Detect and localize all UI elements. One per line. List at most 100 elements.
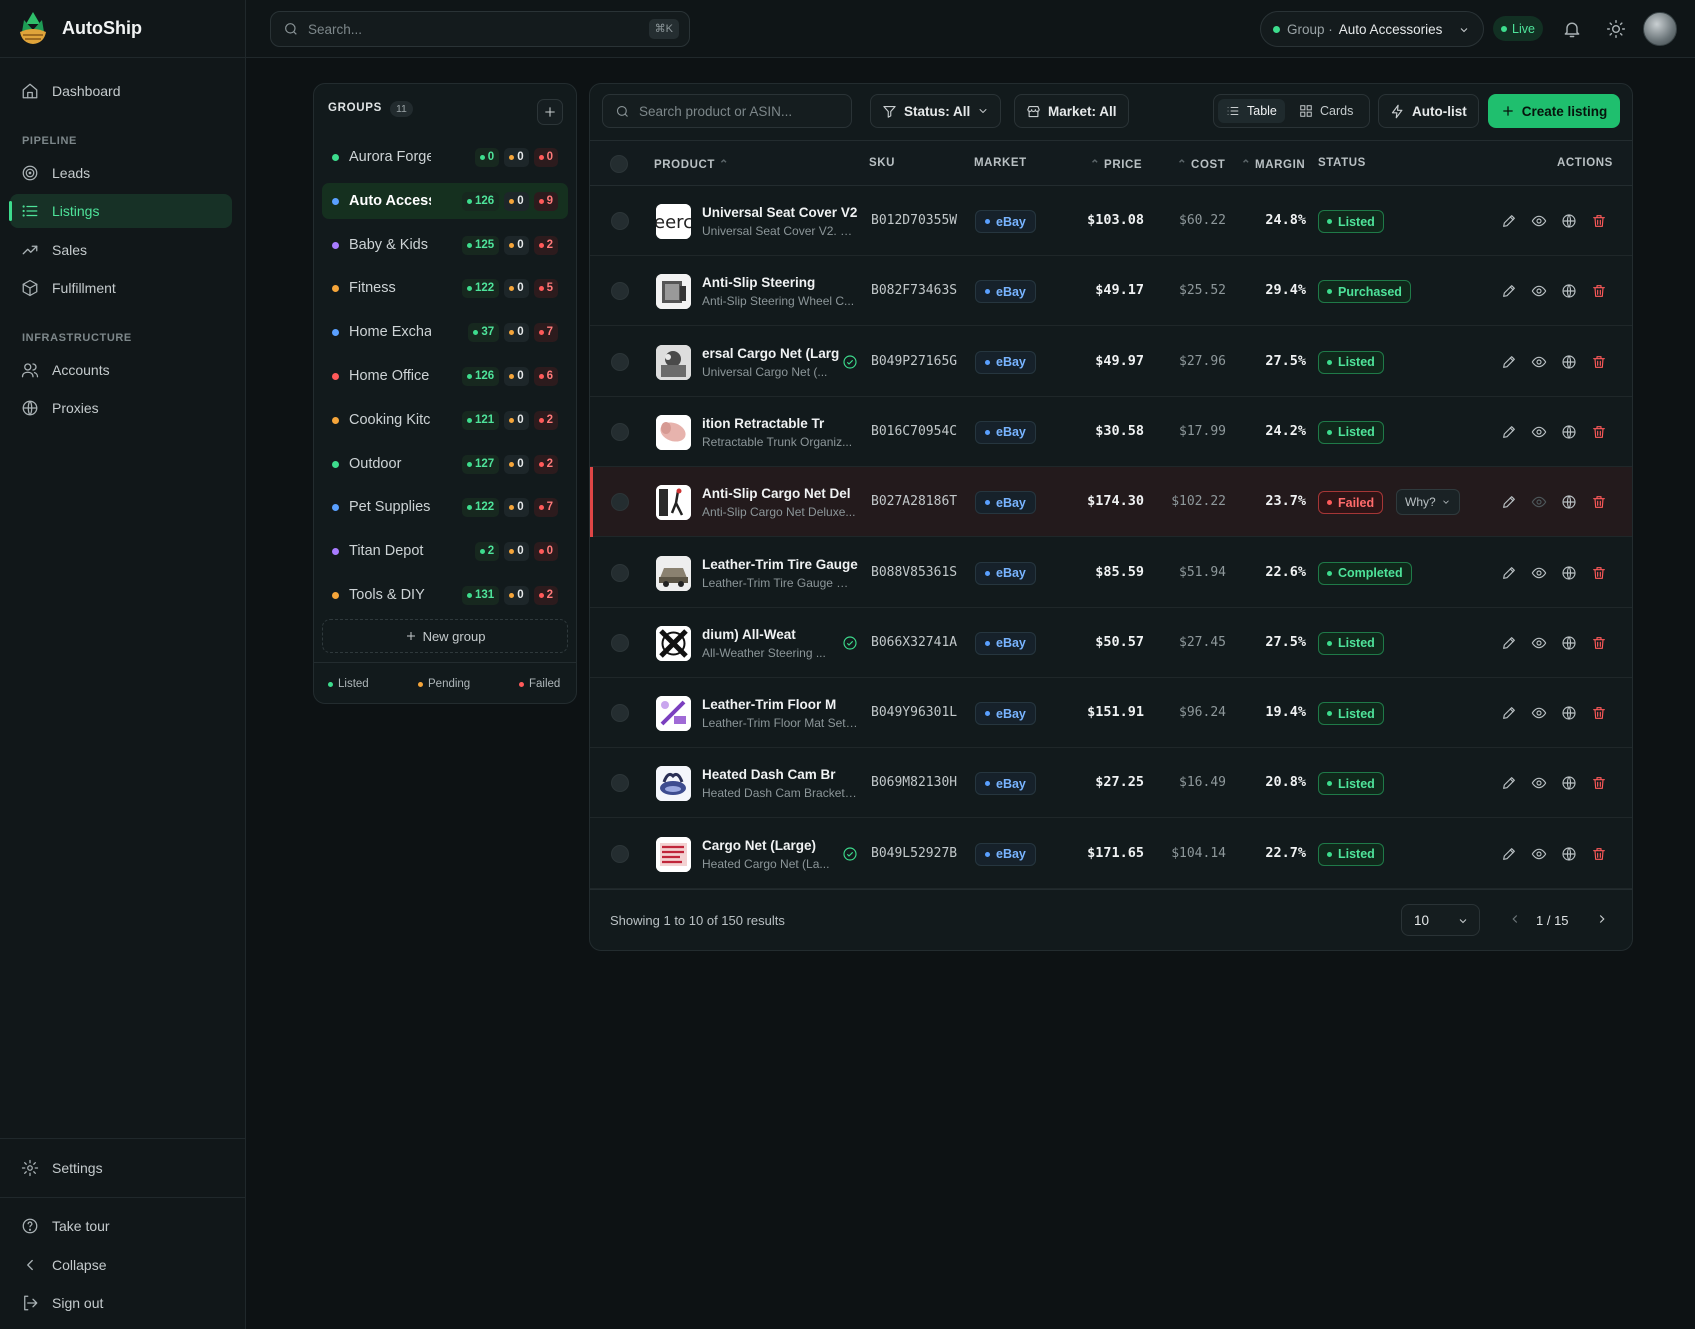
view-table-button[interactable]: Table xyxy=(1218,99,1285,123)
col-price[interactable]: ⌃ PRICE xyxy=(1090,157,1142,171)
delete-button[interactable] xyxy=(1590,212,1608,230)
delete-button[interactable] xyxy=(1590,493,1608,511)
view-button[interactable] xyxy=(1530,282,1548,300)
theme-toggle-button[interactable] xyxy=(1604,17,1628,41)
row-checkbox[interactable] xyxy=(611,844,629,863)
edit-button[interactable] xyxy=(1500,704,1518,722)
product-name[interactable]: Universal Seat Cover V2 xyxy=(702,205,858,220)
take-tour-button[interactable]: Take tour xyxy=(10,1209,232,1243)
auto-list-button[interactable]: Auto-list xyxy=(1378,94,1479,128)
group-item[interactable]: Cooking Kitchen 121 0 2 xyxy=(322,402,568,438)
row-checkbox[interactable] xyxy=(611,774,629,793)
app-logo[interactable]: AutoShip xyxy=(16,10,142,46)
view-button[interactable] xyxy=(1530,212,1548,230)
edit-button[interactable] xyxy=(1500,845,1518,863)
table-row[interactable]: Anti-Slip Cargo Net Del Anti-Slip Cargo … xyxy=(590,467,1632,538)
group-item[interactable]: Home Exchange 37 0 7 xyxy=(322,314,568,350)
product-name[interactable]: Anti-Slip Cargo Net Del xyxy=(702,486,858,501)
product-name[interactable]: Cargo Net (Large) xyxy=(702,838,858,853)
open-market-button[interactable] xyxy=(1560,564,1578,582)
row-checkbox[interactable] xyxy=(611,704,629,723)
settings-button[interactable]: Settings xyxy=(10,1151,232,1185)
delete-button[interactable] xyxy=(1590,353,1608,371)
market-filter[interactable]: Market: All xyxy=(1014,94,1129,128)
delete-button[interactable] xyxy=(1590,774,1608,792)
row-checkbox[interactable] xyxy=(611,563,629,582)
view-button[interactable] xyxy=(1530,423,1548,441)
table-row[interactable]: dium) All-Weat All-Weather Steering ... … xyxy=(590,608,1632,678)
sidebar-item-fulfillment[interactable]: Fulfillment xyxy=(10,271,232,305)
edit-button[interactable] xyxy=(1500,353,1518,371)
group-item[interactable]: Aurora Forge 0 0 0 xyxy=(322,139,568,175)
row-checkbox[interactable] xyxy=(611,633,629,652)
edit-button[interactable] xyxy=(1500,212,1518,230)
next-page-button[interactable] xyxy=(1595,912,1611,928)
group-item[interactable]: Fitness 122 0 5 xyxy=(322,270,568,306)
table-row[interactable]: Leather-Trim Tire Gauge – Leather-Trim T… xyxy=(590,538,1632,608)
table-row[interactable]: ersal Cargo Net (Larg Universal Cargo Ne… xyxy=(590,327,1632,397)
product-name[interactable]: ition Retractable Tr xyxy=(702,416,858,431)
sidebar-item-sales[interactable]: Sales xyxy=(10,233,232,267)
product-name[interactable]: dium) All-Weat xyxy=(702,627,858,642)
view-button[interactable] xyxy=(1530,564,1548,582)
select-all-checkbox[interactable] xyxy=(610,155,628,173)
col-margin[interactable]: ⌃ MARGIN xyxy=(1241,157,1305,171)
row-checkbox[interactable] xyxy=(611,493,629,512)
edit-button[interactable] xyxy=(1500,282,1518,300)
table-row[interactable]: Cargo Net (Large) Heated Cargo Net (La..… xyxy=(590,819,1632,889)
delete-button[interactable] xyxy=(1590,423,1608,441)
delete-button[interactable] xyxy=(1590,634,1608,652)
group-item[interactable]: Tools & DIY 131 0 2 xyxy=(322,577,568,613)
open-market-button[interactable] xyxy=(1560,493,1578,511)
delete-button[interactable] xyxy=(1590,282,1608,300)
view-button[interactable] xyxy=(1530,845,1548,863)
table-row[interactable]: Leather-Trim Floor M Leather-Trim Floor … xyxy=(590,678,1632,749)
group-selector[interactable]: Group · Auto Accessories xyxy=(1260,11,1484,47)
sidebar-item-accounts[interactable]: Accounts xyxy=(10,353,232,387)
collapse-button[interactable]: Collapse xyxy=(10,1248,232,1282)
open-market-button[interactable] xyxy=(1560,353,1578,371)
group-item[interactable]: Outdoor 127 0 2 xyxy=(322,446,568,482)
sidebar-item-listings[interactable]: Listings xyxy=(9,194,232,228)
delete-button[interactable] xyxy=(1590,564,1608,582)
view-button[interactable] xyxy=(1530,493,1548,511)
open-market-button[interactable] xyxy=(1560,704,1578,722)
table-row[interactable]: eerc Universal Seat Cover V2 Universal S… xyxy=(590,186,1632,256)
product-search-input[interactable]: Search product or ASIN... xyxy=(602,94,852,128)
table-row[interactable]: Anti-Slip Steering Anti-Slip Steering Wh… xyxy=(590,256,1632,327)
edit-button[interactable] xyxy=(1500,564,1518,582)
status-filter[interactable]: Status: All xyxy=(870,94,1002,128)
group-item[interactable]: Baby & Kids 125 0 2 xyxy=(322,227,568,263)
open-market-button[interactable] xyxy=(1560,282,1578,300)
col-cost[interactable]: ⌃ COST xyxy=(1177,157,1225,171)
view-button[interactable] xyxy=(1530,774,1548,792)
view-cards-button[interactable]: Cards xyxy=(1291,99,1361,123)
sidebar-item-leads[interactable]: Leads xyxy=(10,156,232,190)
edit-button[interactable] xyxy=(1500,774,1518,792)
open-market-button[interactable] xyxy=(1560,212,1578,230)
view-button[interactable] xyxy=(1530,634,1548,652)
product-name[interactable]: Leather-Trim Tire Gauge – xyxy=(702,557,858,572)
group-item[interactable]: Home Office 126 0 6 xyxy=(322,358,568,394)
view-button[interactable] xyxy=(1530,353,1548,371)
table-row[interactable]: Heated Dash Cam Br Heated Dash Cam Brack… xyxy=(590,748,1632,819)
sign-out-button[interactable]: Sign out xyxy=(10,1286,232,1320)
edit-button[interactable] xyxy=(1500,493,1518,511)
group-item[interactable]: Auto Accessories 126 0 9 xyxy=(322,182,568,219)
user-avatar[interactable] xyxy=(1643,12,1677,46)
prev-page-button[interactable] xyxy=(1508,912,1524,928)
open-market-button[interactable] xyxy=(1560,845,1578,863)
sidebar-item-dashboard[interactable]: Dashboard xyxy=(10,74,232,108)
row-checkbox[interactable] xyxy=(611,212,629,230)
create-listing-button[interactable]: Create listing xyxy=(1488,94,1620,128)
notifications-button[interactable] xyxy=(1560,17,1584,41)
edit-button[interactable] xyxy=(1500,423,1518,441)
product-name[interactable]: Heated Dash Cam Br xyxy=(702,767,858,782)
product-name[interactable]: Leather-Trim Floor M xyxy=(702,697,858,712)
open-market-button[interactable] xyxy=(1560,634,1578,652)
product-name[interactable]: ersal Cargo Net (Larg xyxy=(702,346,858,361)
col-product[interactable]: PRODUCT ⌃ xyxy=(654,157,729,171)
group-item[interactable]: Pet Supplies 122 0 7 xyxy=(322,489,568,525)
why-failed-button[interactable]: Why? xyxy=(1396,489,1460,516)
add-group-button[interactable] xyxy=(537,99,563,125)
